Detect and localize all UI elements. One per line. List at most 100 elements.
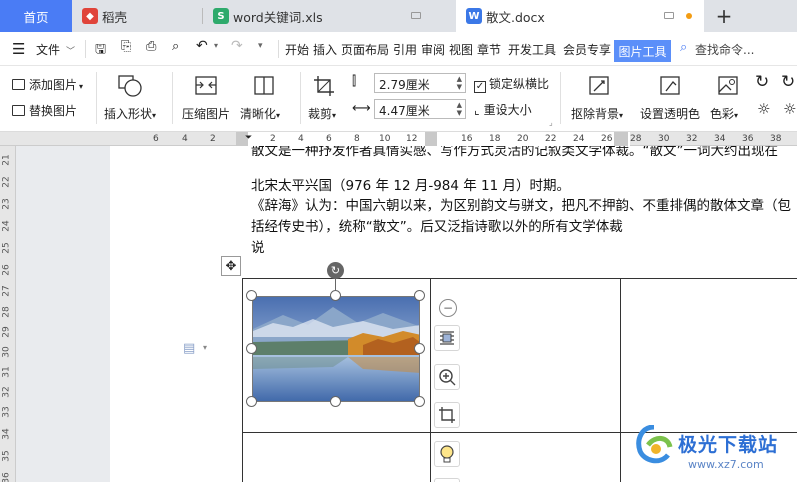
save-icon[interactable]: 🖫 — [95, 40, 106, 62]
set-transparent-button[interactable]: 设置透明色 — [640, 105, 700, 122]
table-move-handle-icon[interactable]: ✥ — [221, 256, 241, 276]
width-input[interactable]: 4.47厘米 ▲ ▼ — [374, 99, 466, 119]
landscape-picture[interactable] — [252, 296, 420, 402]
ruler-number: 8 — [354, 134, 360, 144]
height-input[interactable]: 2.79厘米 ▲ ▼ — [374, 73, 466, 93]
add-picture-button[interactable]: 添加图片 ▾ — [12, 76, 83, 93]
remove-background-icon[interactable] — [587, 74, 611, 98]
more-tool-button[interactable] — [434, 478, 460, 482]
sharpen-button[interactable]: 清晰化▾ — [240, 105, 280, 122]
file-menu[interactable]: 文件 ﹀ — [36, 41, 75, 58]
horizontal-ruler[interactable]: ⏷ 6 4 2 2 4 6 8 10 12 16 18 20 22 24 26 … — [0, 132, 797, 146]
search-icon[interactable]: ⌕ — [680, 40, 687, 55]
lock-ratio-checkbox[interactable]: ✓ 锁定纵横比 — [474, 75, 549, 93]
zoom-picture-button[interactable] — [434, 364, 460, 390]
chevron-down-icon[interactable]: ▾ — [203, 343, 207, 352]
crop-picture-button[interactable] — [434, 402, 460, 428]
smart-suggestion-button[interactable] — [434, 441, 460, 467]
ruler-margin-marker[interactable] — [614, 132, 628, 146]
remove-background-button[interactable]: 抠除背景▾ — [571, 105, 623, 122]
transparent-color-icon[interactable] — [658, 74, 682, 98]
resize-handle[interactable] — [330, 396, 341, 407]
chevron-down-icon: ﹀ — [66, 47, 76, 57]
replace-picture-button[interactable]: 替换图片 — [12, 102, 77, 119]
menu-developer[interactable]: 开发工具 — [508, 41, 556, 58]
ruler-number: 27 — [1, 285, 12, 297]
tab-doc[interactable]: W 散文.docx — [456, 0, 704, 32]
rotate-icon[interactable]: ↻ — [781, 72, 795, 92]
color-button[interactable]: 色彩▾ — [710, 105, 738, 122]
tab-daoke[interactable]: ◆ 稻壳 — [72, 0, 202, 32]
ruler-number: 21 — [1, 154, 12, 166]
divider — [172, 72, 173, 124]
print-preview-icon[interactable]: ⌕ — [172, 39, 179, 54]
menu-review[interactable]: 审阅 — [421, 41, 445, 58]
crop-button[interactable]: 裁剪▾ — [308, 105, 336, 122]
rotate-icon[interactable]: ↻ — [755, 72, 769, 92]
spin-up-icon[interactable]: ▲ — [457, 101, 462, 109]
vertical-ruler[interactable]: 21 22 23 24 25 26 27 28 29 30 31 32 33 3… — [0, 146, 16, 482]
paragraph-line[interactable]: 散文是一种抒发作者真情实感、写作方式灵活的记叙类文学体裁。“散文”一词大约出现在 — [251, 146, 778, 160]
insert-shape-button[interactable]: 插入形状▾ — [104, 105, 156, 122]
redo-icon[interactable]: ↷ — [231, 38, 243, 54]
new-tab-button[interactable]: + — [712, 0, 736, 32]
hamburger-icon[interactable]: ☰ — [12, 40, 25, 58]
paragraph-style-icon[interactable]: ▤ — [183, 341, 195, 356]
window-icon[interactable] — [411, 12, 421, 19]
paragraph-line[interactable]: 《辞海》认为：中国六朝以来，为区别韵文与骈文，把凡不押韵、不重排偶的散体文章（包 — [251, 194, 791, 214]
spin-down-icon[interactable]: ▼ — [457, 83, 462, 91]
compress-icon[interactable] — [193, 74, 219, 98]
table-border — [430, 278, 431, 482]
ruler-number: 24 — [573, 134, 585, 144]
ruler-number: 34 — [1, 428, 12, 440]
color-icon[interactable] — [716, 74, 740, 98]
crop-icon[interactable] — [312, 74, 336, 98]
collapse-icon[interactable]: − — [439, 299, 457, 317]
chevron-down-icon[interactable]: ▾ — [214, 41, 218, 50]
resize-handle[interactable] — [414, 396, 425, 407]
insert-shape-icon[interactable] — [117, 74, 143, 98]
menu-insert[interactable]: 插入 — [313, 41, 337, 58]
spin-up-icon[interactable]: ▲ — [457, 75, 462, 83]
divider — [96, 72, 97, 124]
tab-home-label: 首页 — [23, 9, 49, 25]
tab-doc-label: 散文.docx — [486, 9, 545, 25]
spin-down-icon[interactable]: ▼ — [457, 109, 462, 117]
menu-reference[interactable]: 引用 — [393, 41, 417, 58]
ruler-margin-marker[interactable] — [425, 132, 437, 146]
ruler-number: 33 — [1, 406, 12, 418]
contrast-icon[interactable]: ☼ — [783, 100, 796, 118]
resize-handle[interactable] — [246, 343, 257, 354]
paragraph-line[interactable]: 北宋太平兴国（976 年 12 月-984 年 11 月）时期。 — [251, 174, 570, 194]
dialog-launcher-icon[interactable]: ⌟ — [549, 118, 553, 127]
resize-handle[interactable] — [414, 343, 425, 354]
paragraph-line[interactable]: 说 — [251, 236, 265, 256]
layout-options-button[interactable] — [434, 325, 460, 351]
undo-icon[interactable]: ↶ — [196, 38, 208, 54]
resize-handle[interactable] — [414, 290, 425, 301]
menu-picture-tools[interactable]: 图片工具 — [614, 40, 671, 62]
menu-start[interactable]: 开始 — [285, 41, 309, 58]
indent-marker-icon[interactable]: ⏷ — [245, 133, 252, 143]
menu-section[interactable]: 章节 — [477, 41, 501, 58]
menu-vip[interactable]: 会员专享 — [563, 41, 611, 58]
resize-handle[interactable] — [330, 290, 341, 301]
resize-handle[interactable] — [246, 396, 257, 407]
export-icon[interactable]: ⎘ — [121, 39, 131, 54]
chevron-down-icon[interactable]: ▾ — [258, 41, 263, 51]
tab-xls[interactable]: S word关键词.xls — [203, 0, 453, 32]
paragraph-line[interactable]: 括经传史书），统称“散文”。后又泛指诗歌以外的所有文学体裁 — [251, 215, 623, 235]
menu-page-layout[interactable]: 页面布局 — [341, 41, 389, 58]
command-search[interactable]: 查找命令... — [695, 41, 754, 58]
window-icon[interactable] — [664, 12, 674, 19]
rotate-handle-icon[interactable]: ↻ — [327, 262, 344, 279]
sharpen-icon[interactable] — [252, 74, 276, 98]
ruler-number: 16 — [461, 134, 473, 144]
menu-view[interactable]: 视图 — [449, 41, 473, 58]
tab-home[interactable]: 首页 — [0, 0, 72, 32]
resize-handle[interactable] — [246, 290, 257, 301]
reset-size-button[interactable]: ⌞ 重设大小 — [474, 101, 532, 118]
print-icon[interactable]: ⎙ — [146, 39, 156, 54]
brightness-icon[interactable]: ☼ — [757, 100, 770, 118]
compress-button[interactable]: 压缩图片 — [182, 105, 230, 122]
